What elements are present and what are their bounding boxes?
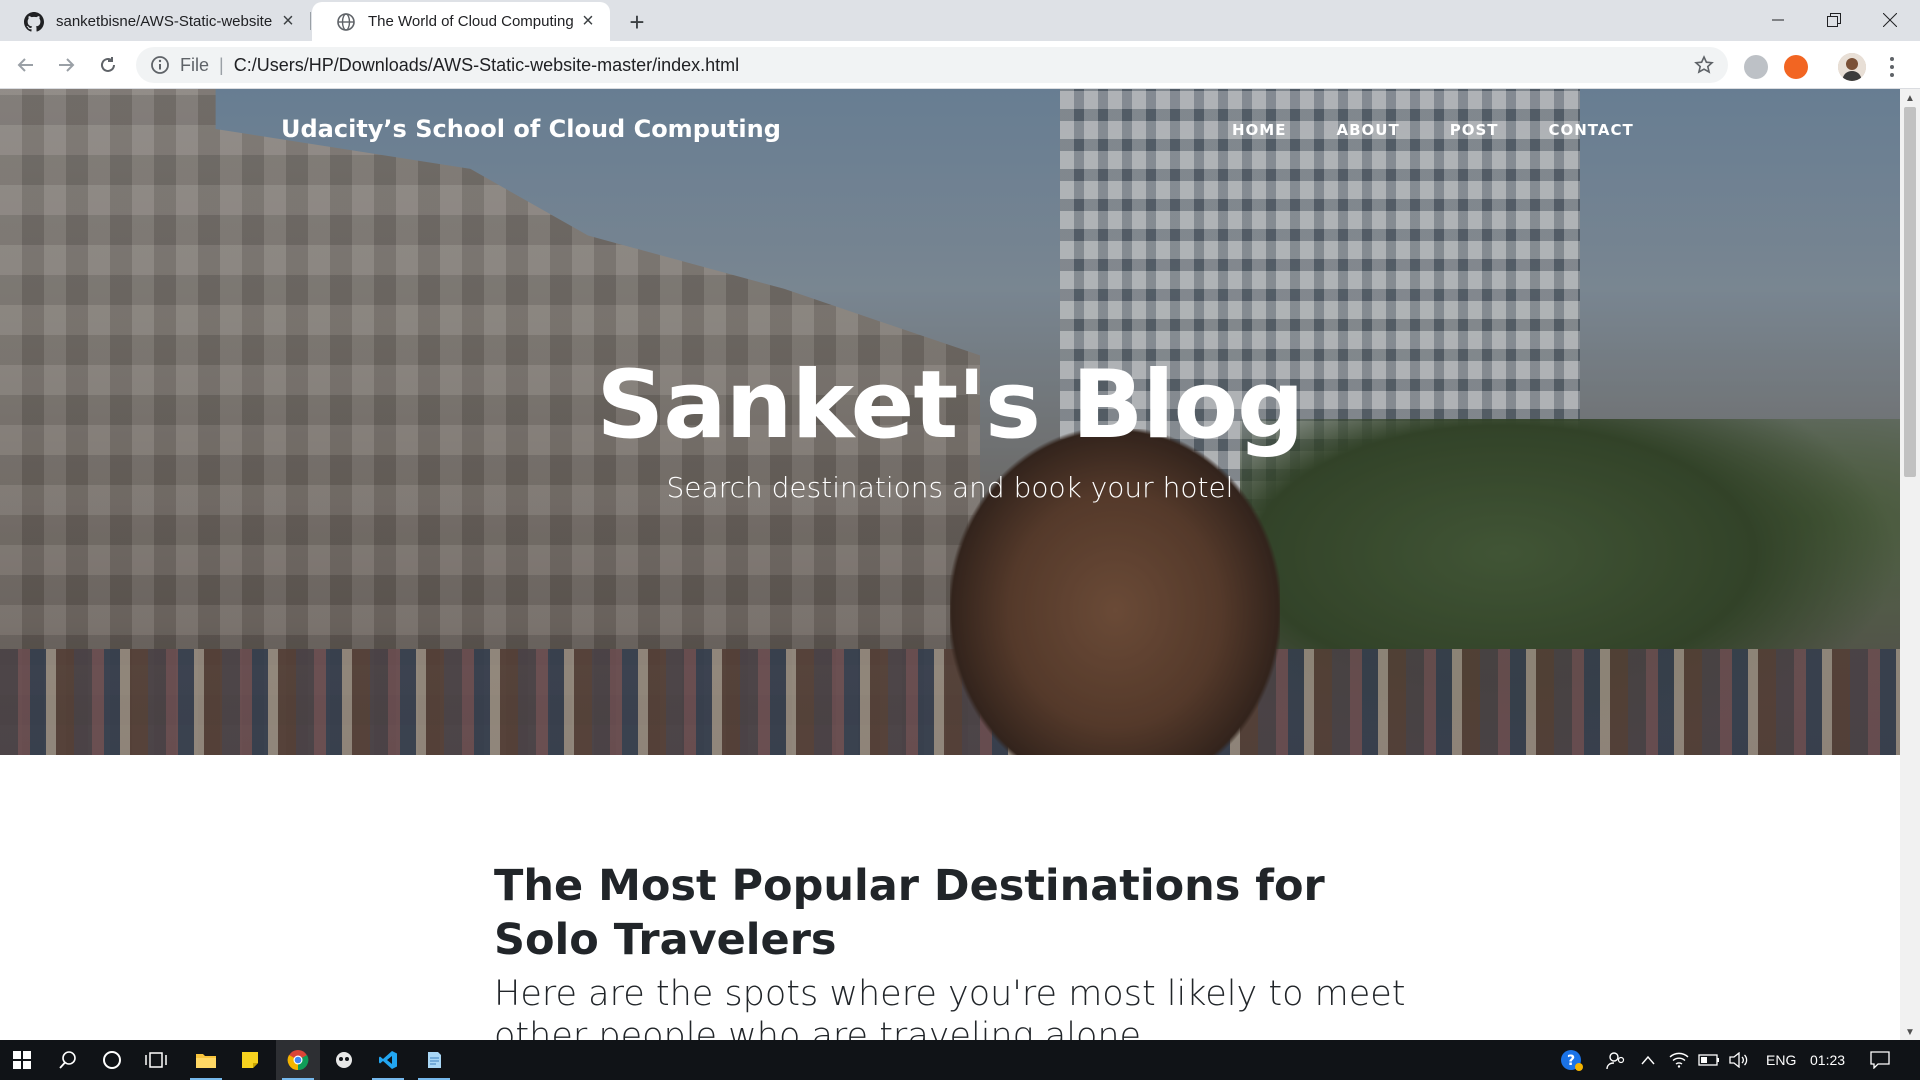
back-button[interactable] xyxy=(10,49,42,81)
tab-github[interactable]: sanketbisne/AWS-Static-website × xyxy=(0,2,310,41)
browser-menu-button[interactable] xyxy=(1886,53,1898,81)
taskbar-notepad[interactable] xyxy=(412,1040,456,1080)
arrow-left-icon xyxy=(17,58,33,72)
chrome-icon xyxy=(287,1050,309,1071)
address-url[interactable]: C:/Users/HP/Downloads/AWS-Static-website… xyxy=(234,55,739,76)
restore-icon xyxy=(1827,13,1841,27)
cortana-circle-icon xyxy=(103,1051,121,1069)
nav-link-post[interactable]: POST xyxy=(1450,121,1499,139)
help-tray-button[interactable]: ? xyxy=(1550,1040,1594,1080)
minimize-window-button[interactable] xyxy=(1750,0,1806,40)
windows-taskbar: ? ENG 01:23 xyxy=(0,1040,1920,1080)
minimize-icon xyxy=(1772,19,1784,21)
cortana-button[interactable] xyxy=(90,1040,134,1080)
new-tab-button[interactable]: + xyxy=(621,6,653,38)
close-icon xyxy=(1883,13,1897,27)
post-subtitle[interactable]: Here are the spots where you're most lik… xyxy=(494,973,1414,1041)
profile-avatar-icon xyxy=(1838,53,1866,81)
search-icon xyxy=(59,1051,76,1069)
task-view-icon xyxy=(145,1052,167,1068)
show-hidden-icons-button[interactable] xyxy=(1632,1040,1664,1080)
hero-subtitle: Search destinations and book your hotel xyxy=(666,471,1234,504)
input-language[interactable]: ENG xyxy=(1766,1040,1796,1080)
volume-icon xyxy=(1729,1052,1748,1068)
close-tab-icon[interactable]: × xyxy=(278,10,298,32)
task-view-button[interactable] xyxy=(134,1040,178,1080)
notepad-icon xyxy=(428,1052,441,1068)
address-separator: | xyxy=(219,54,224,75)
hero-banner: Udacity’s School of Cloud Computing HOME… xyxy=(0,89,1900,755)
close-tab-icon[interactable]: × xyxy=(578,10,598,32)
reload-button[interactable] xyxy=(92,49,124,81)
people-icon xyxy=(1606,1052,1625,1070)
taskbar-vscode[interactable] xyxy=(366,1040,410,1080)
nav-link-contact[interactable]: CONTACT xyxy=(1548,121,1633,139)
scroll-down-icon[interactable]: ▼ xyxy=(1900,1025,1920,1039)
svg-text:?: ? xyxy=(1567,1053,1575,1069)
post-title[interactable]: The Most Popular Destinations for Solo T… xyxy=(494,859,1414,967)
wifi-icon xyxy=(1669,1052,1689,1068)
nav-link-home[interactable]: HOME xyxy=(1232,121,1286,139)
taskbar-game-app[interactable] xyxy=(322,1040,366,1080)
taskbar-sticky-notes[interactable] xyxy=(228,1040,272,1080)
wifi-tray-button[interactable] xyxy=(1664,1040,1694,1080)
close-window-button[interactable] xyxy=(1862,0,1918,40)
taskbar-chrome[interactable] xyxy=(276,1040,320,1080)
post-preview[interactable]: The Most Popular Destinations for Solo T… xyxy=(494,859,1414,1041)
github-icon xyxy=(24,11,44,32)
scrollbar-thumb[interactable] xyxy=(1904,107,1916,477)
tab-title: sanketbisne/AWS-Static-website xyxy=(56,13,273,30)
reload-icon xyxy=(101,57,115,72)
arrow-right-icon xyxy=(59,58,75,72)
chevron-up-icon xyxy=(1641,1055,1655,1065)
game-controller-icon xyxy=(336,1052,352,1068)
forward-button[interactable] xyxy=(50,49,82,81)
battery-tray-button[interactable] xyxy=(1694,1040,1724,1080)
site-scheme-label: File xyxy=(180,54,210,75)
site-brand-link[interactable]: Udacity’s School of Cloud Computing xyxy=(281,115,781,143)
extension-shield-icon[interactable] xyxy=(1744,55,1768,79)
address-bar[interactable]: File | C:/Users/HP/Downloads/AWS-Static-… xyxy=(136,47,1728,83)
folder-icon xyxy=(196,1054,216,1068)
globe-icon xyxy=(337,12,355,31)
site-navbar: Udacity’s School of Cloud Computing HOME… xyxy=(0,89,1900,169)
start-button[interactable] xyxy=(0,1040,44,1080)
info-icon[interactable] xyxy=(150,55,170,75)
page-scrollbar[interactable]: ▲ ▼ xyxy=(1900,89,1920,1041)
nav-link-about[interactable]: ABOUT xyxy=(1336,121,1399,139)
tab-cloud-computing[interactable]: The World of Cloud Computing × xyxy=(312,2,610,41)
bookmark-star-icon[interactable] xyxy=(1694,55,1714,75)
notification-icon xyxy=(1870,1051,1890,1069)
action-center-button[interactable] xyxy=(1858,1040,1902,1080)
search-button[interactable] xyxy=(46,1040,90,1080)
hero-title: Sanket's Blog xyxy=(596,351,1305,460)
scroll-up-icon[interactable]: ▲ xyxy=(1900,91,1920,105)
tab-title: The World of Cloud Computing xyxy=(368,13,574,30)
vscode-icon xyxy=(379,1051,397,1069)
help-icon: ? xyxy=(1561,1050,1583,1071)
extension-orange-icon[interactable] xyxy=(1784,55,1808,79)
volume-tray-button[interactable] xyxy=(1724,1040,1754,1080)
restore-window-button[interactable] xyxy=(1806,0,1862,40)
browser-tab-strip: sanketbisne/AWS-Static-website × The Wor… xyxy=(0,0,1920,41)
browser-toolbar: File | C:/Users/HP/Downloads/AWS-Static-… xyxy=(0,41,1920,89)
clock-time[interactable]: 01:23 xyxy=(1810,1040,1845,1080)
site-nav-links: HOME ABOUT POST CONTACT xyxy=(1232,121,1634,139)
windows-logo-icon xyxy=(13,1051,31,1069)
battery-icon xyxy=(1698,1054,1719,1066)
page-viewport: Udacity’s School of Cloud Computing HOME… xyxy=(0,89,1920,1041)
taskbar-file-explorer[interactable] xyxy=(184,1040,228,1080)
sticky-notes-icon xyxy=(242,1052,258,1068)
profile-avatar[interactable] xyxy=(1838,53,1866,81)
tab-divider xyxy=(310,12,311,30)
